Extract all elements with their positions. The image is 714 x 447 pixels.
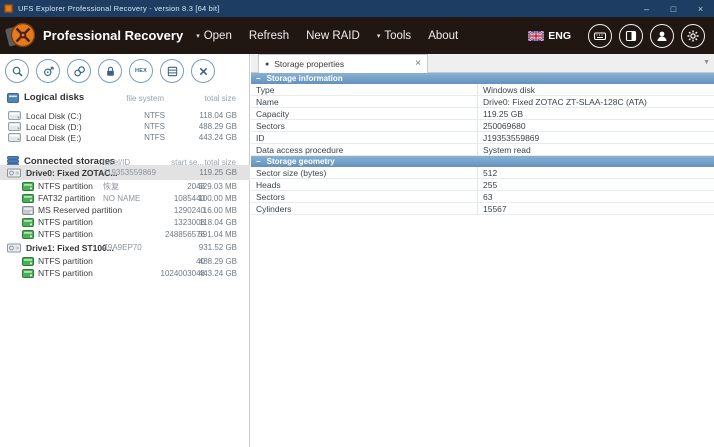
scan-storage-button[interactable] <box>36 59 60 83</box>
tab-label: Storage properties <box>274 59 415 69</box>
ntfs-partition-icon <box>22 269 34 278</box>
app-logo <box>7 21 37 51</box>
drive-row[interactable]: Drive1: Fixed ST100... Z9A9EP70 931.52 G… <box>0 240 250 255</box>
disk-icon <box>8 111 21 120</box>
disk-icon <box>8 122 21 131</box>
maximize-icon[interactable]: □ <box>660 0 687 17</box>
partition-row[interactable]: NTFS partition 40 488.29 GB <box>0 255 250 267</box>
close-storage-button[interactable] <box>191 59 215 83</box>
ntfs-partition-icon <box>22 182 34 191</box>
tab-close-icon[interactable]: × <box>415 59 421 69</box>
linked-rings-icon <box>73 65 86 78</box>
menu-item-tools[interactable]: ▾ Tools <box>377 30 411 42</box>
menu-item-refresh[interactable]: Refresh <box>249 30 289 42</box>
storage-toolbar: HEX <box>5 59 222 83</box>
property-row[interactable]: Sectors 250069680 <box>251 120 714 132</box>
partition-manager-button[interactable] <box>160 59 184 83</box>
property-row[interactable]: Data access procedure System read <box>251 144 714 156</box>
menu-item-about[interactable]: About <box>428 30 458 42</box>
property-grid: − Storage information Type Windows disk … <box>251 73 714 215</box>
storage-tree-panel: HEX Logical disks file system total size… <box>0 54 250 447</box>
logical-disks-header: Logical disks <box>7 92 84 103</box>
logical-disks-list: Local Disk (C:) NTFS 118.04 GB Local Dis… <box>0 110 250 143</box>
tab-storage-properties[interactable]: ● Storage properties × <box>258 54 428 73</box>
chevron-down-icon: ▾ <box>377 32 381 40</box>
window-controls: – □ × <box>633 0 714 17</box>
app-icon <box>4 4 13 13</box>
brand-title: Professional Recovery <box>43 28 183 43</box>
partition-row[interactable]: NTFS partition 1323008 118.04 GB <box>0 216 250 228</box>
tab-strip: ● Storage properties × ▼ <box>251 54 714 73</box>
search-button[interactable] <box>5 59 29 83</box>
log-panel-button[interactable] <box>619 24 643 48</box>
raid-builder-button[interactable] <box>67 59 91 83</box>
property-row[interactable]: Type Windows disk <box>251 84 714 96</box>
disk-icon <box>8 133 21 142</box>
settings-button[interactable] <box>681 24 705 48</box>
hex-icon: HEX <box>135 68 147 74</box>
title-bar: UFS Explorer Professional Recovery - ver… <box>0 0 714 17</box>
property-row[interactable]: Cylinders 15567 <box>251 203 714 215</box>
property-row[interactable]: Name Drive0: Fixed ZOTAC ZT-SLAA-128C (A… <box>251 96 714 108</box>
logical-disk-row[interactable]: Local Disk (E:) NTFS 443.24 GB <box>0 132 250 143</box>
user-icon <box>655 29 669 43</box>
partition-row[interactable]: FAT32 partition NO NAME 1085440 100.00 M… <box>0 192 250 204</box>
partition-row[interactable]: NTFS partition 1024003048 443.24 GB <box>0 267 250 279</box>
property-row[interactable]: Capacity 119.25 GB <box>251 108 714 120</box>
menu-bar: Professional Recovery ▾ Open Refresh New… <box>0 17 714 54</box>
column-header-total-size: total size <box>204 94 236 103</box>
properties-panel: ● Storage properties × ▼ − Storage infor… <box>251 54 714 447</box>
reserved-partition-icon <box>22 206 34 215</box>
physical-drive-icon <box>7 168 21 178</box>
property-row[interactable]: Heads 255 <box>251 179 714 191</box>
language-label: ENG <box>548 30 571 42</box>
fat32-partition-icon <box>22 194 34 203</box>
logical-disks-icon <box>7 93 19 103</box>
main-menu: ▾ Open Refresh New RAID ▾ Tools About <box>196 30 475 42</box>
close-icon[interactable]: × <box>687 0 714 17</box>
ntfs-partition-icon <box>22 218 34 227</box>
collapse-icon[interactable]: − <box>256 157 261 166</box>
property-row[interactable]: Sector size (bytes) 512 <box>251 167 714 179</box>
close-x-icon <box>198 66 209 77</box>
language-selector[interactable]: ENG <box>528 30 571 42</box>
gear-icon <box>686 29 700 43</box>
menu-right-cluster: ENG <box>528 24 705 48</box>
menu-item-open[interactable]: ▾ Open <box>196 30 232 42</box>
tab-list-dropdown-icon[interactable]: ▼ <box>703 59 710 66</box>
partition-row[interactable]: NTFS partition 恢复 2048 529.03 MB <box>0 180 250 192</box>
logical-disk-row[interactable]: Local Disk (C:) NTFS 118.04 GB <box>0 110 250 121</box>
drive-row-selected[interactable]: Drive0: Fixed ZOTAC... J19353559869 119.… <box>0 165 250 180</box>
partition-row[interactable]: NTFS partition 248856576 591.04 MB <box>0 228 250 240</box>
section-header-storage-information[interactable]: − Storage information <box>251 73 714 84</box>
menu-item-new-raid[interactable]: New RAID <box>306 30 360 42</box>
minimize-icon[interactable]: – <box>633 0 660 17</box>
decrypt-button[interactable] <box>98 59 122 83</box>
partition-list-icon <box>166 65 179 78</box>
chevron-down-icon: ▾ <box>196 32 200 40</box>
tab-status-dot-icon: ● <box>265 61 269 68</box>
keyboard-icon <box>593 29 607 43</box>
lock-icon <box>104 65 117 78</box>
partition-row[interactable]: MS Reserved partition 1290240 16.00 MB <box>0 204 250 216</box>
user-button[interactable] <box>650 24 674 48</box>
connected-storages-tree: Drive0: Fixed ZOTAC... J19353559869 119.… <box>0 165 250 279</box>
logo-orb-icon <box>10 22 36 48</box>
search-icon <box>11 65 24 78</box>
section-header-storage-geometry[interactable]: − Storage geometry <box>251 156 714 167</box>
property-row[interactable]: Sectors 63 <box>251 191 714 203</box>
column-header-file-system: file system <box>126 94 164 103</box>
hex-viewer-button[interactable]: HEX <box>129 59 153 83</box>
physical-drive-icon <box>7 243 21 253</box>
logical-disk-row[interactable]: Local Disk (D:) NTFS 488.29 GB <box>0 121 250 132</box>
ntfs-partition-icon <box>22 257 34 266</box>
scan-storage-icon <box>42 65 55 78</box>
property-row[interactable]: ID J19353559869 <box>251 132 714 144</box>
ntfs-partition-icon <box>22 230 34 239</box>
uk-flag-icon <box>528 31 544 41</box>
log-panel-icon <box>624 29 638 43</box>
collapse-icon[interactable]: − <box>256 74 261 83</box>
window-title: UFS Explorer Professional Recovery - ver… <box>18 4 219 13</box>
keyboard-button[interactable] <box>588 24 612 48</box>
